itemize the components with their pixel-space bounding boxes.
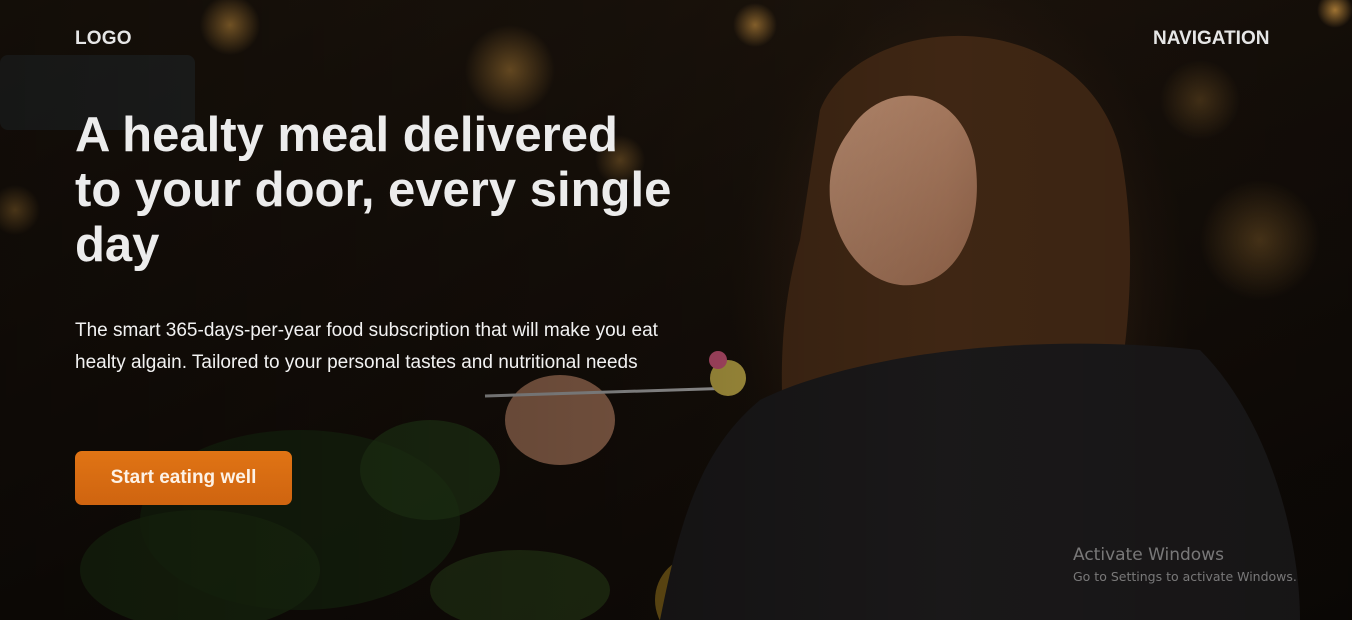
navigation-link[interactable]: NAVIGATION: [1153, 28, 1269, 50]
site-header: LOGO NAVIGATION: [0, 0, 1352, 80]
watermark-subtitle: Go to Settings to activate Windows.: [1073, 569, 1297, 584]
hero-section: LOGO NAVIGATION A healty meal delivered …: [0, 0, 1352, 620]
start-eating-well-button[interactable]: Start eating well: [75, 451, 292, 505]
hero-headline: A healty meal delivered to your door, ev…: [75, 108, 672, 272]
hero-text-block: A healty meal delivered to your door, ev…: [75, 108, 695, 379]
hero-description: The smart 365-days-per-year food subscri…: [75, 320, 658, 373]
logo[interactable]: LOGO: [75, 28, 132, 50]
activate-windows-watermark: Activate Windows Go to Settings to activ…: [1073, 545, 1343, 586]
watermark-title: Activate Windows: [1073, 545, 1224, 565]
